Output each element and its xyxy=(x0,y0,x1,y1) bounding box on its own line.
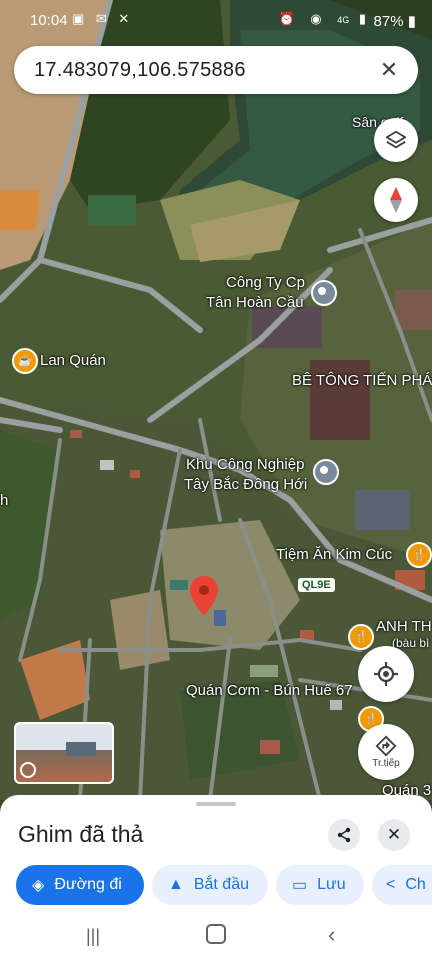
sheet-title: Ghim đã thả xyxy=(18,821,144,847)
directions-icon xyxy=(375,735,397,757)
network-type: 4G xyxy=(337,15,350,25)
search-bar[interactable]: 17.483079,106.575886 ✕ xyxy=(14,46,418,94)
map-label-h: h xyxy=(0,492,9,509)
navigation-arrow-icon: ▲ xyxy=(168,876,184,893)
home-icon[interactable] xyxy=(206,924,226,944)
my-location-button[interactable] xyxy=(358,646,414,702)
status-time: 10:04 xyxy=(30,12,68,29)
layers-button[interactable] xyxy=(374,118,418,162)
dropped-pin-icon[interactable] xyxy=(190,576,218,616)
map-label-quan-com[interactable]: Quán Cơm - Bún Huế 67 xyxy=(186,682,353,699)
map-label-be-tong[interactable]: BÊ TÔNG TIẾN PHÁ xyxy=(292,372,432,389)
save-label: Lưu xyxy=(317,876,346,893)
start-button[interactable]: ▲ Bắt đầu xyxy=(152,865,268,905)
directions-icon: ◈ xyxy=(32,877,45,894)
close-icon[interactable]: ✕ xyxy=(374,55,404,85)
close-sheet-button[interactable]: ✕ xyxy=(378,819,410,851)
status-bar: 10:04 ▣ ✉ ✕ ⏰ ◉ 4G ▮ 87% ▮ xyxy=(0,0,432,40)
route-shield: QL9E xyxy=(298,578,335,592)
street-view-building xyxy=(66,742,96,756)
street-view-icon xyxy=(20,762,36,778)
start-directions-label: Tr.tiếp xyxy=(372,758,400,769)
restaurant-pin-icon[interactable]: 🍴 xyxy=(348,624,374,650)
share-icon xyxy=(337,827,351,843)
recent-apps-icon[interactable]: ||| xyxy=(86,926,100,947)
battery-percent: 87% xyxy=(373,13,404,30)
map-label-anh-th[interactable]: ANH TH xyxy=(376,618,432,635)
share-button[interactable] xyxy=(328,819,360,851)
share-icon: < xyxy=(386,876,396,893)
drag-handle[interactable] xyxy=(196,802,236,806)
map-label-kcn-line1[interactable]: Khu Công Nghiệp xyxy=(186,456,304,473)
industrial-zone-pin-icon[interactable] xyxy=(313,459,339,485)
street-view-thumbnail[interactable] xyxy=(14,722,114,784)
start-directions-fab[interactable]: Tr.tiếp xyxy=(358,724,414,780)
restaurant-pin-icon[interactable]: 🍴 xyxy=(406,542,432,568)
restaurant-pin-icon[interactable]: ☕ xyxy=(12,348,38,374)
share-chip-button[interactable]: < Ch xyxy=(372,865,432,905)
battery-level: 87% ▮ xyxy=(373,13,416,30)
system-nav-bar: ||| ‹ xyxy=(0,918,432,960)
directions-button[interactable]: ◈ Đường đi xyxy=(16,865,144,905)
system-icons: ⏰ ◉ 4G ▮ xyxy=(278,11,372,26)
compass-button[interactable] xyxy=(374,178,418,222)
compass-icon xyxy=(390,187,402,213)
start-label: Bắt đầu xyxy=(193,876,249,893)
layers-icon xyxy=(385,130,407,149)
company-pin-icon[interactable] xyxy=(311,280,337,306)
bookmark-icon: ▭ xyxy=(292,877,308,894)
close-icon: ✕ xyxy=(386,825,402,844)
map-label-lan-quan[interactable]: Lan Quán xyxy=(40,352,106,369)
route-shield-label: QL9E xyxy=(302,579,331,591)
my-location-icon xyxy=(374,662,398,686)
map-label-cong-ty-line1[interactable]: Công Ty Cp xyxy=(226,274,305,291)
map-label-cong-ty-line2[interactable]: Tân Hoàn Cầu xyxy=(206,294,304,311)
notification-icons: ▣ ✉ ✕ xyxy=(72,11,134,26)
back-icon[interactable]: ‹ xyxy=(328,922,335,948)
map-label-kcn-line2[interactable]: Tây Bắc Đồng Hới xyxy=(184,476,307,493)
search-query[interactable]: 17.483079,106.575886 xyxy=(34,59,246,82)
save-button[interactable]: ▭ Lưu xyxy=(276,865,364,905)
share-label: Ch xyxy=(405,876,426,893)
map-label-tiem-an[interactable]: Tiệm Ăn Kim Cúc xyxy=(276,546,392,563)
directions-label: Đường đi xyxy=(54,876,122,893)
